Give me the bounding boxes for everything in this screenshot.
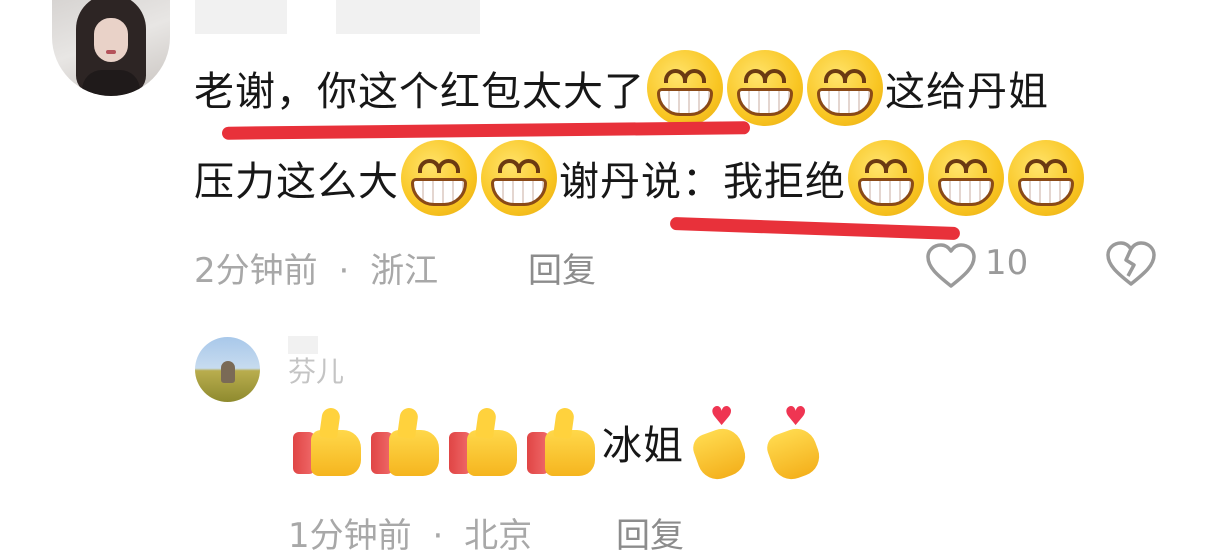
reply-avatar[interactable]	[195, 337, 260, 402]
reply-location: 北京	[464, 516, 533, 556]
avatar[interactable]	[52, 0, 170, 96]
reply-username[interactable]: 芬儿	[288, 350, 344, 390]
comment-line-2: 压力这么大 谢丹说：我拒绝	[194, 140, 1086, 216]
grin-emoji	[928, 140, 1004, 216]
meta-dot: ·	[338, 251, 350, 291]
heart-outline-icon	[926, 243, 976, 288]
thumbs-up-emoji	[371, 406, 443, 476]
thumbs-up-emoji	[293, 406, 365, 476]
comment-time: 2分钟前	[194, 251, 318, 291]
thumbs-up-emoji	[527, 406, 599, 476]
grin-emoji	[727, 50, 803, 126]
like-button[interactable]: 10	[925, 240, 1037, 290]
red-underline	[669, 216, 961, 241]
thumbs-up-emoji	[449, 406, 521, 476]
broken-heart-icon	[1106, 241, 1156, 286]
reply-time: 1分钟前	[288, 516, 412, 556]
comment-text-1b: 这给丹姐	[885, 69, 1049, 115]
comment-line-1: 老谢，你这个红包太大了 这给丹姐	[194, 50, 1049, 126]
grin-emoji	[1008, 140, 1084, 216]
reply-meta: 1分钟前 · 北京	[288, 508, 532, 557]
grin-emoji	[481, 140, 557, 216]
comment-text-2a: 压力这么大	[194, 159, 399, 205]
grin-emoji	[401, 140, 477, 216]
comment-text-1a: 老谢，你这个红包太大了	[194, 69, 645, 115]
grin-emoji	[848, 140, 924, 216]
meta-dot: ·	[432, 516, 444, 556]
reply-button[interactable]: 回复	[528, 243, 596, 292]
comment-meta: 2分钟前 · 浙江	[194, 243, 438, 292]
username-mask-left	[195, 0, 287, 34]
dislike-button[interactable]	[1105, 240, 1157, 290]
like-count: 10	[985, 243, 1029, 283]
username-mask-right	[336, 0, 480, 34]
reply-text: 冰姐	[602, 423, 684, 469]
grin-emoji	[807, 50, 883, 126]
comment-location: 浙江	[370, 251, 439, 291]
comment-text-2b: 谢丹说：我拒绝	[559, 159, 846, 205]
grin-emoji	[647, 50, 723, 126]
reply-text-line: 冰姐 ♥ ♥	[290, 404, 832, 485]
finger-heart-emoji: ♥	[763, 404, 826, 485]
finger-heart-emoji: ♥	[689, 404, 752, 485]
reply-button[interactable]: 回复	[616, 508, 684, 557]
